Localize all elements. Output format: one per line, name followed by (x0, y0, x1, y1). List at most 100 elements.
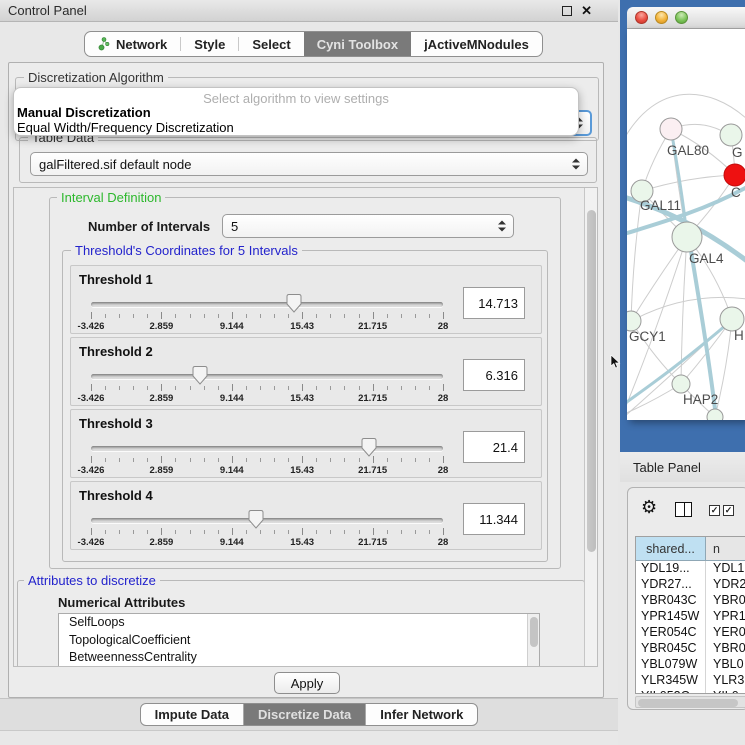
cell[interactable]: YLR3 (706, 673, 745, 689)
threshold-4-slider[interactable]: -3.4262.8599.14415.4321.71528 (91, 515, 443, 549)
table-row[interactable]: YBR043CYBR0 (636, 593, 745, 609)
tab-style[interactable]: Style (181, 32, 238, 56)
cell[interactable]: YDR2 (706, 577, 745, 593)
table-row[interactable]: YDR27...YDR2 (636, 577, 745, 593)
cell[interactable]: YER054C (636, 625, 706, 641)
table-data-combo[interactable]: galFiltered.sif default node (30, 152, 588, 176)
mouse-cursor (610, 355, 622, 369)
cell[interactable]: YBR0 (706, 641, 745, 657)
tab-impute-data[interactable]: Impute Data (141, 704, 244, 725)
scrollbar-thumb[interactable] (587, 210, 596, 552)
table-row[interactable]: YER054CYER0 (636, 625, 745, 641)
slider-track[interactable] (91, 374, 443, 379)
node-gcy1[interactable] (627, 311, 641, 331)
cell[interactable]: YBL079W (636, 657, 706, 673)
scrollbar-thumb[interactable] (530, 617, 538, 647)
slider-tick-labels: -3.4262.8599.14415.4321.71528 (91, 321, 443, 332)
column-header-name[interactable]: n (706, 537, 745, 560)
list-scrollbar[interactable] (527, 614, 539, 667)
slider-track[interactable] (91, 302, 443, 307)
slider-ticks (91, 312, 443, 320)
cyni-toolbox-panel: Discretization Algorithm Select algorith… (8, 62, 604, 698)
slider-track[interactable] (91, 518, 443, 523)
window-close-icon[interactable] (635, 11, 648, 24)
column-header-shared-name[interactable]: shared... (636, 537, 706, 560)
table-row[interactable]: YDL19...YDL1 (636, 561, 745, 577)
node-red-selected[interactable] (724, 164, 745, 186)
tab-network[interactable]: Network (85, 32, 180, 56)
table-row[interactable]: YLR345WYLR3 (636, 673, 745, 689)
table-row[interactable]: YIL052CYIL0 (636, 689, 745, 694)
cell[interactable]: YLR345W (636, 673, 706, 689)
table-horizontal-scrollbar[interactable] (635, 696, 745, 708)
tab-infer-network[interactable]: Infer Network (366, 704, 477, 725)
slider-ticks (91, 528, 443, 536)
window-minimize-icon[interactable] (655, 11, 668, 24)
number-of-intervals-combo[interactable]: 5 (222, 214, 514, 238)
list-item[interactable]: BetweennessCentrality (59, 649, 539, 667)
node-label-gcy1: GCY1 (629, 329, 666, 344)
threshold-3-label: Threshold 3 (79, 416, 153, 431)
cell[interactable]: YBR043C (636, 593, 706, 609)
checkbox-icon[interactable]: ✓ (723, 505, 734, 516)
node-top-right[interactable] (720, 124, 742, 146)
node-gal80[interactable] (660, 118, 682, 140)
node-table[interactable]: shared... n YDL19...YDL1 YDR27...YDR2 YB… (635, 536, 745, 694)
numerical-attributes-list[interactable]: SelfLoops TopologicalCoefficient Between… (58, 613, 540, 667)
threshold-1-value[interactable]: 14.713 (463, 287, 525, 319)
popup-option-equal-width-frequency[interactable]: Equal Width/Frequency Discretization (17, 120, 234, 135)
checkbox-icon[interactable]: ✓ (709, 505, 720, 516)
table-row[interactable]: YBL079WYBL0 (636, 657, 745, 673)
slider-thumb[interactable] (249, 510, 264, 529)
cell[interactable]: YBL0 (706, 657, 745, 673)
cell[interactable]: YPR1 (706, 609, 745, 625)
popup-option-manual-discretization[interactable]: Manual Discretization (17, 105, 151, 120)
tab-network-label: Network (116, 37, 167, 52)
cell[interactable]: YDR27... (636, 577, 706, 593)
apply-button[interactable]: Apply (274, 672, 340, 694)
table-row[interactable]: YBR045CYBR0 (636, 641, 745, 657)
network-window-titlebar (627, 7, 745, 29)
slider-thumb[interactable] (287, 294, 302, 313)
list-item[interactable]: TopologicalCoefficient (59, 632, 539, 650)
scrollbar-thumb[interactable] (638, 699, 738, 707)
cell[interactable]: YDL19... (636, 561, 706, 577)
cell[interactable]: YBR045C (636, 641, 706, 657)
window-zoom-icon[interactable] (675, 11, 688, 24)
node-bottom[interactable] (707, 409, 723, 420)
tab-cyni-toolbox[interactable]: Cyni Toolbox (304, 32, 411, 56)
slider-track[interactable] (91, 446, 443, 451)
tab-jactivemnodules[interactable]: jActiveMNodules (411, 32, 542, 56)
threshold-1-slider[interactable]: -3.4262.8599.14415.4321.71528 (91, 299, 443, 333)
threshold-2-slider[interactable]: -3.4262.8599.14415.4321.71528 (91, 371, 443, 405)
column-layout-icon[interactable] (675, 502, 692, 517)
algorithm-dropdown-popup: Select algorithm to view settings Manual… (13, 87, 579, 136)
cell[interactable]: YIL0 (706, 689, 745, 694)
threshold-3-slider[interactable]: -3.4262.8599.14415.4321.71528 (91, 443, 443, 477)
node-label-partial-c: C (731, 185, 741, 200)
list-item[interactable]: SelfLoops (59, 614, 539, 632)
threshold-2-value[interactable]: 6.316 (463, 359, 525, 391)
close-icon[interactable]: ✕ (581, 4, 592, 17)
tab-select[interactable]: Select (239, 32, 303, 56)
threshold-3-value[interactable]: 21.4 (463, 431, 525, 463)
cell[interactable]: YPR145W (636, 609, 706, 625)
tab-discretize-data[interactable]: Discretize Data (244, 704, 366, 725)
table-data-group: Table Data galFiltered.sif default node (19, 137, 597, 183)
network-nodes[interactable] (627, 118, 745, 420)
settings-scroll-region: Interval Definition Number of Intervals … (13, 187, 598, 667)
cell[interactable]: YBR0 (706, 593, 745, 609)
threshold-4-value[interactable]: 11.344 (463, 503, 525, 535)
cell[interactable]: YDL1 (706, 561, 745, 577)
table-row[interactable]: YPR145WYPR1 (636, 609, 745, 625)
settings-scrollbar[interactable] (584, 188, 597, 666)
float-window-icon[interactable] (562, 6, 572, 16)
node-hap2[interactable] (672, 375, 690, 393)
node-gal4[interactable] (672, 222, 702, 252)
cell[interactable]: YIL052C (636, 689, 706, 694)
slider-thumb[interactable] (362, 438, 377, 457)
network-canvas[interactable]: GAL80 G C GAL11 GAL4 GCY1 H HAP2 (627, 29, 745, 420)
gear-icon[interactable]: ⚙ (641, 497, 657, 518)
slider-thumb[interactable] (193, 366, 208, 385)
cell[interactable]: YER0 (706, 625, 745, 641)
